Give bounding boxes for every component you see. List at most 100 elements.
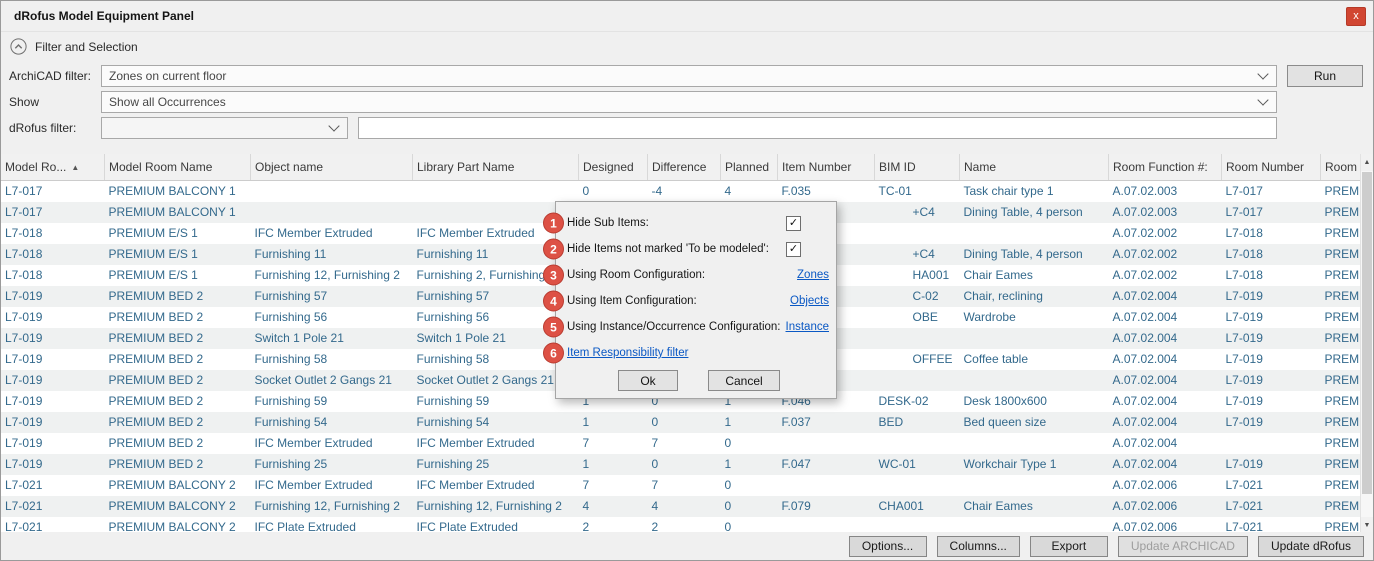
callout-marker-4: 4: [543, 291, 564, 312]
cell-model-room-name: PREMIUM BALCONY 2: [105, 496, 251, 517]
cell-room-number: L7-019: [1222, 454, 1321, 475]
dialog-buttons: Ok Cancel: [567, 370, 831, 391]
column-header-model-room-name[interactable]: Model Room Name: [105, 154, 251, 181]
cell-model-room-name: PREMIUM BED 2: [105, 370, 251, 391]
cell-name: Coffee table: [960, 349, 1109, 370]
instance-link[interactable]: Instance: [786, 321, 829, 333]
column-header-room-number[interactable]: Room Number: [1222, 154, 1321, 181]
cell-room-function: A.07.02.004: [1109, 412, 1222, 433]
cell-name: Desk 1800x600: [960, 391, 1109, 412]
close-button[interactable]: x: [1346, 7, 1366, 26]
cell-object-name: Furnishing 56: [251, 307, 413, 328]
cell-name: [960, 223, 1109, 244]
column-header-difference[interactable]: Difference: [648, 154, 721, 181]
vertical-scrollbar[interactable]: ▲ ▼: [1360, 154, 1373, 534]
cell-model-room-name: PREMIUM BALCONY 1: [105, 202, 251, 223]
item-responsibility-filter-link[interactable]: Item Responsibility filter: [567, 347, 688, 359]
cell-planned: 4: [721, 181, 778, 202]
cell-difference: 7: [648, 475, 721, 496]
dialog-row: 2Hide Items not marked 'To be modeled':✓: [567, 236, 831, 262]
column-header-room-name[interactable]: Room Name: [1321, 154, 1362, 181]
cell-model-ro: L7-019: [1, 349, 105, 370]
cell-room-function: A.07.02.002: [1109, 265, 1222, 286]
cell-model-ro: L7-021: [1, 496, 105, 517]
collapse-chevron-up-icon[interactable]: [10, 38, 27, 55]
objects-link[interactable]: Objects: [790, 295, 829, 307]
cell-room-name: PREMIUM BED 2: [1321, 370, 1362, 391]
cell-model-room-name: PREMIUM BED 2: [105, 307, 251, 328]
cell-room-name: PREMIUM BED 2: [1321, 454, 1362, 475]
cell-room-name: PREMIUM BED 2: [1321, 328, 1362, 349]
cell-difference: 0: [648, 412, 721, 433]
cell-item-number: F.035: [778, 181, 875, 202]
column-header-model-ro[interactable]: Model Ro...▲: [1, 154, 105, 181]
run-button[interactable]: Run: [1287, 65, 1363, 87]
cell-room-function: A.07.02.004: [1109, 433, 1222, 454]
table-row[interactable]: L7-019PREMIUM BED 2Furnishing 25Furnishi…: [1, 454, 1361, 475]
drofus-filter-input[interactable]: [358, 117, 1277, 139]
options-button[interactable]: Options...: [849, 536, 927, 557]
show-dropdown[interactable]: Show all Occurrences: [101, 91, 1277, 113]
column-header-room-function[interactable]: Room Function #:: [1109, 154, 1222, 181]
cell-model-ro: L7-017: [1, 202, 105, 223]
column-header-library-part-name[interactable]: Library Part Name: [413, 154, 579, 181]
filter-settings-dialog: 1Hide Sub Items:✓2Hide Items not marked …: [555, 201, 837, 399]
cell-room-number: L7-019: [1222, 349, 1321, 370]
ok-button[interactable]: Ok: [618, 370, 678, 391]
columns-button[interactable]: Columns...: [937, 536, 1020, 557]
cell-bim-id: WC-01: [875, 454, 960, 475]
table-row[interactable]: L7-019PREMIUM BED 2IFC Member ExtrudedIF…: [1, 433, 1361, 454]
column-header-name[interactable]: Name: [960, 154, 1109, 181]
update-drofus-button[interactable]: Update dRofus: [1258, 536, 1364, 557]
cell-room-function: A.07.02.004: [1109, 328, 1222, 349]
export-button[interactable]: Export: [1030, 536, 1108, 557]
table-row[interactable]: L7-021PREMIUM BALCONY 2Furnishing 12, Fu…: [1, 496, 1361, 517]
cell-room-name: PREMIUM E/S 1: [1321, 223, 1362, 244]
cell-model-ro: L7-019: [1, 454, 105, 475]
drofus-filter-dropdown[interactable]: [101, 117, 348, 139]
cell-bim-id: CHA001: [875, 496, 960, 517]
scroll-up-icon[interactable]: ▲: [1361, 154, 1373, 171]
column-header-item-number[interactable]: Item Number: [778, 154, 875, 181]
cell-name: Bed queen size: [960, 412, 1109, 433]
cell-object-name: Furnishing 12, Furnishing 2: [251, 265, 413, 286]
scrollbar-thumb[interactable]: [1362, 172, 1372, 494]
cell-model-room-name: PREMIUM BED 2: [105, 391, 251, 412]
hide-items-not-marked-to-be-modeled-checkbox[interactable]: ✓: [786, 242, 801, 257]
hide-sub-items-checkbox[interactable]: ✓: [786, 216, 801, 231]
cell-room-number: L7-018: [1222, 265, 1321, 286]
dialog-row: 1Hide Sub Items:✓: [567, 210, 831, 236]
update-archicad-button[interactable]: Update ARCHICAD: [1118, 536, 1248, 557]
table-header-row: Model Ro...▲Model Room NameObject nameLi…: [1, 154, 1361, 181]
cell-room-function: A.07.02.004: [1109, 391, 1222, 412]
column-header-planned[interactable]: Planned: [721, 154, 778, 181]
cell-planned: 1: [721, 454, 778, 475]
cell-model-ro: L7-018: [1, 223, 105, 244]
cell-designed: 7: [579, 475, 648, 496]
cancel-button[interactable]: Cancel: [708, 370, 780, 391]
cell-object-name: Furnishing 11: [251, 244, 413, 265]
cell-room-number: L7-017: [1222, 181, 1321, 202]
cell-item-number: F.047: [778, 454, 875, 475]
cell-name: Workchair Type 1: [960, 454, 1109, 475]
sort-asc-icon: ▲: [71, 163, 79, 172]
show-filter-row: Show Show all Occurrences: [9, 90, 1363, 113]
column-header-bim-id[interactable]: BIM ID: [875, 154, 960, 181]
cell-library-part-name: Furnishing 25: [413, 454, 579, 475]
cell-item-number: [778, 475, 875, 496]
table-row[interactable]: L7-021PREMIUM BALCONY 2IFC Member Extrud…: [1, 475, 1361, 496]
table-row[interactable]: L7-019PREMIUM BED 2Furnishing 54Furnishi…: [1, 412, 1361, 433]
zones-link[interactable]: Zones: [797, 269, 829, 281]
cell-bim-id: [875, 475, 960, 496]
cell-object-name: IFC Member Extruded: [251, 433, 413, 454]
cell-room-function: A.07.02.006: [1109, 496, 1222, 517]
cell-library-part-name: [413, 181, 579, 202]
column-header-designed[interactable]: Designed: [579, 154, 648, 181]
table-row[interactable]: L7-017PREMIUM BALCONY 10-44F.035TC-01Tas…: [1, 181, 1361, 202]
window-title: dRofus Model Equipment Panel: [14, 9, 194, 23]
column-header-object-name[interactable]: Object name: [251, 154, 413, 181]
cell-model-room-name: PREMIUM BED 2: [105, 454, 251, 475]
cell-model-ro: L7-019: [1, 412, 105, 433]
cell-bim-id: TC-01: [875, 181, 960, 202]
archicad-filter-dropdown[interactable]: Zones on current floor: [101, 65, 1277, 87]
